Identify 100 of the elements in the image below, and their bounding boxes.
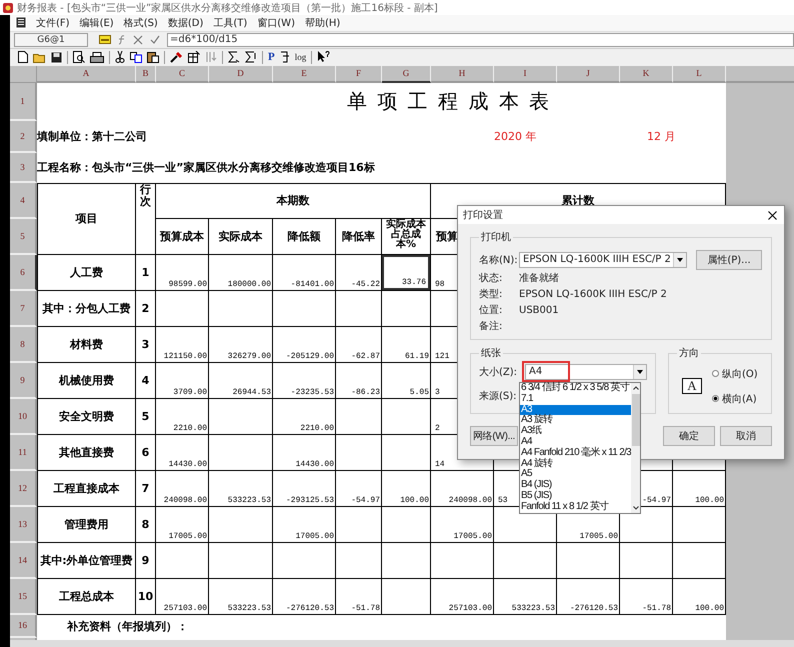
network-button[interactable]: 网络(W)...: [470, 426, 518, 446]
column-header[interactable]: D: [209, 66, 273, 83]
row-label: 工程总成本: [37, 578, 136, 615]
table-header: 预算成本: [156, 218, 209, 255]
menu-item[interactable]: 工具(T): [213, 16, 248, 30]
row-header[interactable]: 11: [10, 434, 37, 471]
table-cell: 257103.00: [431, 578, 494, 615]
row-label: 其中：分包人工费: [37, 290, 136, 327]
table-cell: -276120.53: [557, 578, 620, 615]
table-cell: -205129.00: [273, 326, 336, 363]
printer-dropdown[interactable]: EPSON LQ-1600K IIIH ESC/P 2: [519, 252, 687, 268]
column-header[interactable]: J: [557, 66, 620, 83]
menu-item[interactable]: 帮助(H): [304, 16, 340, 30]
row-header[interactable]: 13: [10, 506, 37, 543]
properties-button[interactable]: 属性(P)...: [696, 250, 762, 270]
list-item[interactable]: A3 旋转: [520, 415, 631, 426]
row-label: 其中:外单位管理费: [37, 542, 136, 579]
ok-button[interactable]: 确定: [663, 426, 715, 446]
list-item[interactable]: 6 3/4 信封 6 1/2 x 3 5/8 英寸: [520, 383, 631, 394]
note-text: 补充资料（年报填列）：: [67, 618, 188, 634]
row-header[interactable]: 14: [10, 542, 37, 579]
column-header[interactable]: K: [620, 66, 673, 83]
radio-label: 横向(A): [722, 392, 757, 406]
menu-item[interactable]: 编辑(E): [80, 16, 114, 30]
row-number-cell: 5: [136, 398, 156, 435]
row-label: 其他直接费: [37, 434, 136, 471]
row-header[interactable]: 15: [10, 578, 37, 615]
table-cell: 121150.00: [156, 326, 209, 363]
row-header[interactable]: 7: [10, 290, 37, 327]
toolbar-text-button[interactable]: P: [268, 51, 275, 64]
column-header[interactable]: B: [136, 66, 156, 83]
list-item[interactable]: A4 Fanfold 210 毫米 x 11 2/3: [520, 448, 631, 459]
table-cell: 98599.00: [156, 254, 209, 291]
column-header[interactable]: C: [156, 66, 209, 83]
table-cell: 14430.00: [156, 434, 209, 471]
row-header[interactable]: 1: [10, 82, 37, 121]
table-cell: 14430.00: [273, 434, 336, 471]
row-header[interactable]: 2: [10, 120, 37, 153]
column-header[interactable]: G: [382, 66, 431, 83]
table-cell: 533223.53: [494, 578, 557, 615]
row-label: 工程直接成本: [37, 470, 136, 507]
row-header[interactable]: 6: [10, 254, 37, 291]
row-label: 安全文明费: [37, 398, 136, 435]
table-cell: 180000.00: [209, 254, 273, 291]
table-cell: 100.00: [382, 470, 431, 507]
row-header[interactable]: 10: [10, 398, 37, 435]
radio-option[interactable]: 纵向(O): [712, 366, 758, 380]
table-cell: -45.22: [336, 254, 382, 291]
row-label: 材料费: [37, 326, 136, 363]
row-header[interactable]: 5: [10, 218, 37, 255]
table-cell: -51.78: [620, 578, 673, 615]
list-item[interactable]: A4 旋转: [520, 458, 631, 470]
table-header: 实际成本: [209, 218, 273, 255]
row-header[interactable]: 12: [10, 470, 37, 507]
column-header[interactable]: H: [431, 66, 494, 83]
column-header[interactable]: A: [37, 66, 136, 83]
table-cell: -86.23: [336, 362, 382, 399]
row-header[interactable]: 8: [10, 326, 37, 363]
row-number-cell: 10: [136, 578, 156, 615]
list-item[interactable]: A3: [520, 404, 631, 416]
info-value: USB001: [519, 304, 559, 316]
table-cell: 240098.00: [431, 470, 494, 507]
row-header[interactable]: 3: [10, 152, 37, 183]
table-cell: 326279.00: [209, 326, 273, 363]
table-cell: 17005.00: [431, 506, 494, 543]
column-header[interactable]: I: [494, 66, 557, 83]
unit-label: 填制单位：第十二公司: [37, 129, 147, 144]
row-number-cell: 1: [136, 254, 156, 291]
column-header[interactable]: F: [336, 66, 382, 83]
table-header: 行次: [140, 184, 151, 208]
row-header[interactable]: 16: [10, 614, 37, 638]
list-item[interactable]: 7.1: [520, 394, 631, 405]
table-cell: -81401.00: [273, 254, 336, 291]
table-header: 降低率: [336, 218, 382, 255]
list-item[interactable]: A4: [520, 436, 631, 448]
menu-item[interactable]: 格式(S): [124, 16, 158, 30]
column-header[interactable]: L: [673, 66, 726, 83]
table-cell: 5.05: [382, 362, 431, 399]
formula-field[interactable]: =d6*100/d15: [167, 32, 794, 47]
table-cell: 17005.00: [273, 506, 336, 543]
list-item[interactable]: A3纸: [520, 426, 631, 437]
row-number-cell: 2: [136, 290, 156, 327]
menu-item[interactable]: 数据(D): [168, 16, 204, 30]
cell-reference-field[interactable]: G6@1: [14, 32, 88, 47]
table-cell: 17005.00: [156, 506, 209, 543]
column-header[interactable]: E: [273, 66, 336, 83]
window-title: 财务报表 - [包头市“三供一业”家属区供水分离移交维修改造项目（第一批）施工16标段 - 副本]: [17, 2, 438, 14]
radio-option[interactable]: 横向(A): [712, 392, 758, 406]
menu-item[interactable]: 窗口(W): [257, 16, 295, 30]
row-header[interactable]: 4: [10, 182, 37, 219]
paper-size-dropdown[interactable]: A4: [525, 364, 647, 380]
row-header[interactable]: 9: [10, 362, 37, 399]
table-cell: 533223.53: [209, 470, 273, 507]
toolbar-text-button[interactable]: log: [294, 52, 306, 62]
table-cell: 2210.00: [156, 398, 209, 435]
table-cell: 257103.00: [156, 578, 209, 615]
menu-item[interactable]: 文件(F): [36, 16, 70, 30]
row-label: 机械使用费: [37, 362, 136, 399]
table-cell: -54.97: [336, 470, 382, 507]
cancel-button[interactable]: 取消: [720, 426, 772, 446]
